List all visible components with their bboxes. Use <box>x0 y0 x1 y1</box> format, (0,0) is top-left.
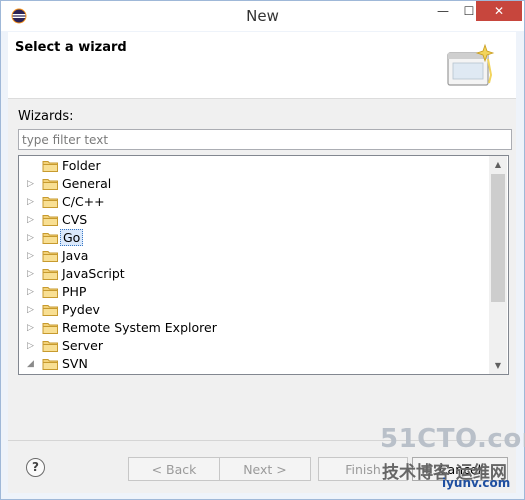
tree-item-label: PHP <box>62 284 87 299</box>
folder-icon <box>42 195 59 209</box>
expand-arrow-icon[interactable]: ▷ <box>27 214 37 226</box>
tree-item-label: Server <box>62 338 103 353</box>
tree-item[interactable]: ▷ C/C++ <box>19 193 489 211</box>
tree-item[interactable]: ▷ PHP <box>19 283 489 301</box>
tree-item[interactable]: ▷ Remote System Explorer <box>19 319 489 337</box>
folder-icon <box>42 249 59 263</box>
tree-item[interactable]: ▷ Server <box>19 337 489 355</box>
tree-item-label: Java <box>62 248 89 263</box>
tree-item[interactable]: ▷ JavaScript <box>19 265 489 283</box>
tree-item-label: JavaScript <box>62 266 125 281</box>
watermark-brand: 51CTO.com <box>380 424 525 454</box>
scroll-down-icon[interactable]: ▼ <box>489 357 507 374</box>
tree-item-label: Pydev <box>62 302 100 317</box>
folder-icon <box>42 159 59 173</box>
expand-arrow-icon[interactable]: ▷ <box>27 268 37 280</box>
back-button[interactable]: < Back <box>128 457 220 481</box>
folder-icon <box>42 213 59 227</box>
title-bar: New — ☐ ✕ <box>1 1 524 31</box>
collapse-arrow-icon[interactable]: ◢ <box>27 358 37 370</box>
expand-arrow-icon[interactable]: ▷ <box>27 286 37 298</box>
tree-item-label: General <box>62 176 112 191</box>
watermark-site: iyunv.com <box>442 476 511 490</box>
tree-item[interactable]: ▷ Java <box>19 247 489 265</box>
watermark: 51CTO.com 技术博客 运维网 iyunv.com <box>380 424 525 494</box>
expand-arrow-icon[interactable]: ▷ <box>27 178 37 190</box>
tree-item[interactable]: ▷ CVS <box>19 211 489 229</box>
tree-item-label: CVS <box>62 212 88 227</box>
wizard-banner-icon <box>447 43 495 86</box>
folder-icon <box>42 321 59 335</box>
expand-arrow-icon[interactable]: ▷ <box>27 340 37 352</box>
tree-item-label: Folder <box>62 158 101 173</box>
folder-icon <box>42 357 59 371</box>
expand-arrow-icon[interactable]: ▷ <box>27 250 37 262</box>
tree-scrollbar[interactable]: ▲ ▼ <box>489 156 507 374</box>
tree-item-label: C/C++ <box>62 194 105 209</box>
tree-item-label: Go <box>60 229 84 246</box>
folder-icon <box>42 339 59 353</box>
folder-icon <box>42 267 59 281</box>
scroll-up-icon[interactable]: ▲ <box>489 156 507 173</box>
filter-input[interactable] <box>18 129 512 150</box>
minimize-button[interactable]: — <box>430 1 456 21</box>
folder-icon <box>42 231 59 245</box>
expand-arrow-icon[interactable]: ▷ <box>27 196 37 208</box>
tree-item-label: SVN <box>62 356 88 371</box>
content-area: Wizards: ◢ SVN ▷ Server ▷ Remote System Explo… <box>8 99 516 391</box>
header-title: Select a wizard <box>15 40 127 55</box>
folder-icon <box>42 303 59 317</box>
tree-item[interactable]: Folder <box>19 157 489 175</box>
expand-arrow-icon[interactable]: ▷ <box>27 232 37 244</box>
tree-item-label: Remote System Explorer <box>62 320 217 335</box>
folder-icon <box>42 177 59 191</box>
close-button[interactable]: ✕ <box>476 1 522 21</box>
wizards-label: Wizards: <box>18 109 74 124</box>
wizard-header: Select a wizard <box>8 32 516 99</box>
scroll-thumb[interactable] <box>491 174 505 302</box>
expand-arrow-icon[interactable]: ▷ <box>27 322 37 334</box>
next-button[interactable]: Next > <box>219 457 311 481</box>
tree-item[interactable]: ◢ SVN <box>19 355 489 373</box>
tree-item[interactable]: ▷ Pydev <box>19 301 489 319</box>
expand-arrow-icon[interactable]: ▷ <box>27 304 37 316</box>
tree-item[interactable]: ▷ General <box>19 175 489 193</box>
folder-icon <box>42 285 59 299</box>
no-expander <box>27 160 37 172</box>
wizard-tree[interactable]: ◢ SVN ▷ Server ▷ Remote System Explorer ▷ Pydev… <box>18 155 509 375</box>
help-icon[interactable]: ? <box>26 458 45 477</box>
tree-item[interactable]: ▷ Go <box>19 229 489 247</box>
